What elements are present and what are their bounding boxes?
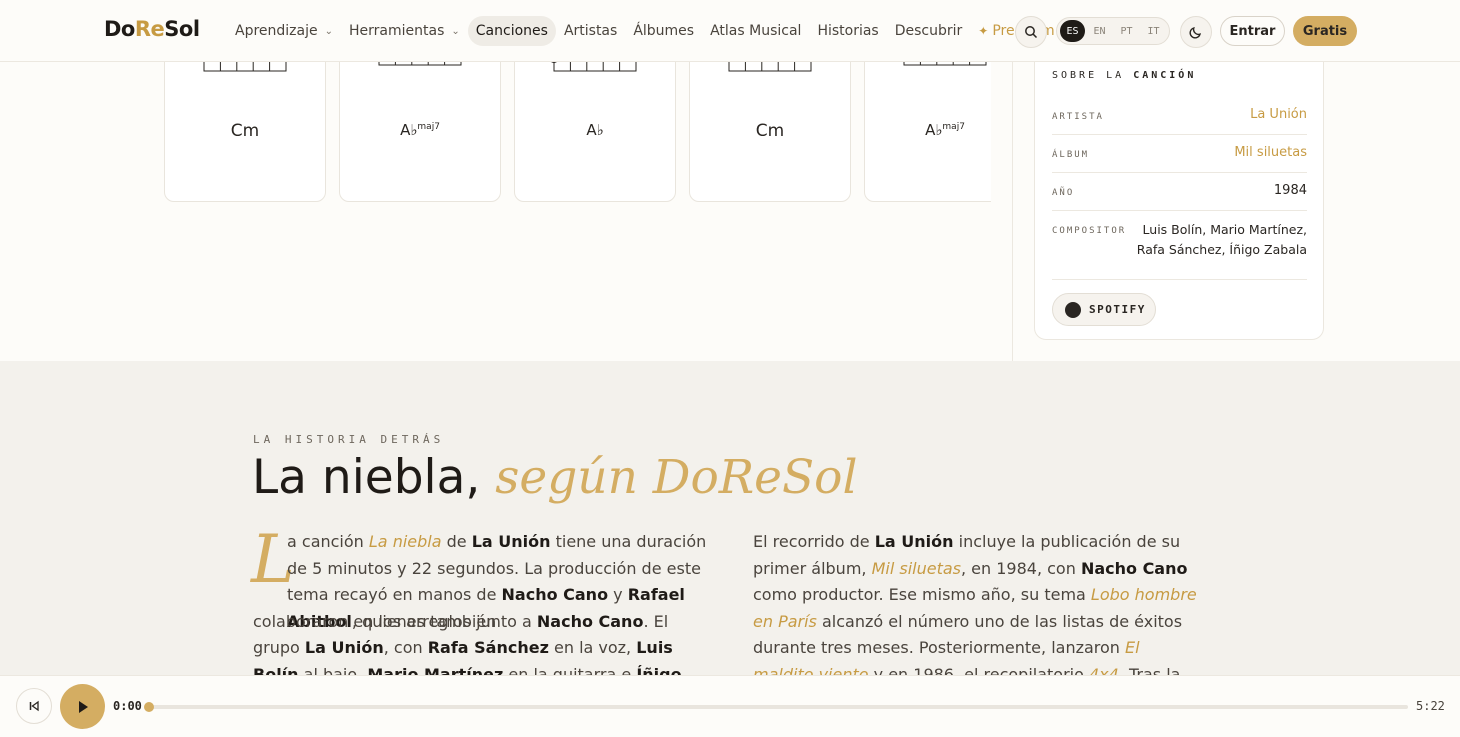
nav-albumes[interactable]: Álbumes	[625, 16, 702, 46]
sparkle-icon: ✦	[978, 24, 989, 38]
logo-part-re: Re	[134, 17, 165, 41]
main-nav: Aprendizaje ⌄ Herramientas ⌄ Canciones Art…	[227, 16, 1063, 46]
logo-part-sol: Sol	[164, 17, 200, 41]
nav-label: Historias	[817, 23, 879, 39]
play-button[interactable]	[60, 684, 105, 729]
lang-it[interactable]: IT	[1141, 20, 1166, 42]
chord-suffix: maj7	[942, 122, 965, 132]
story-title: La niebla, según DoReSol	[252, 450, 858, 505]
current-time: 0:00	[113, 699, 142, 713]
nav-label: Canciones	[475, 23, 548, 39]
story-paragraph-left: colaboraron en los arreglos junto a Nach…	[253, 611, 682, 675]
nav-label: Artistas	[563, 23, 618, 39]
info-row-composer: COMPOSITOR Luis Bolín, Mario Martínez, R…	[1052, 211, 1307, 280]
chevron-down-icon: ⌄	[451, 25, 460, 37]
info-row-artist: ARTISTA La Unión	[1052, 99, 1307, 135]
progress-track[interactable]	[146, 705, 1408, 709]
chord-name: Cm	[165, 121, 325, 141]
info-key: COMPOSITOR	[1052, 226, 1127, 236]
chord-name: A♭maj7	[340, 121, 500, 139]
search-icon	[1025, 26, 1038, 39]
chord-name: A♭maj7	[865, 121, 991, 139]
chord-name: Cm	[690, 121, 850, 141]
spotify-icon	[1065, 301, 1081, 318]
theme-toggle-button[interactable]	[1180, 16, 1212, 48]
nav-historias[interactable]: Historias	[809, 16, 886, 46]
moon-icon	[1189, 26, 1202, 39]
story-paragraph-right: El recorrido de La Unión incluye la publ…	[753, 532, 1197, 675]
search-button[interactable]	[1015, 16, 1047, 48]
chevron-down-icon: ⌄	[324, 25, 333, 37]
album-link[interactable]: Mil siluetas	[1234, 145, 1307, 160]
chord-suffix: maj7	[417, 122, 440, 132]
nav-label: Álbumes	[633, 23, 695, 39]
chord-root: Cm	[230, 121, 260, 141]
logo-part-do: Do	[104, 17, 135, 41]
nav-label: Herramientas	[349, 23, 445, 39]
audio-player-bar: 0:00 5:22	[0, 675, 1460, 737]
login-button[interactable]: Entrar	[1220, 16, 1285, 46]
top-navigation-bar: DoReSol Aprendizaje ⌄ Herramientas ⌄ Canci…	[0, 0, 1460, 62]
chord-root: A♭	[400, 121, 418, 139]
chord-root: Cm	[755, 121, 785, 141]
story-eyebrow: LA HISTORIA DETRÁS	[253, 433, 445, 446]
header-pre: SOBRE LA	[1052, 70, 1125, 81]
duration: 5:22	[1416, 699, 1445, 713]
title-accent: según DoReSol	[495, 450, 858, 505]
signup-button[interactable]: Gratis	[1293, 16, 1357, 46]
nav-label: Aprendizaje	[235, 23, 318, 39]
chord-root: A♭	[925, 121, 943, 139]
song-info-card: SOBRE LA CANCIÓN ARTISTA La Unión ÁLBUM …	[1034, 30, 1324, 340]
artist-link[interactable]: La Unión	[1250, 107, 1307, 122]
year-value: 1984	[1273, 183, 1307, 198]
lang-en[interactable]: EN	[1087, 20, 1112, 42]
language-switcher: ES EN PT IT	[1056, 17, 1170, 45]
nav-canciones[interactable]: Canciones	[467, 16, 556, 46]
info-key: AÑO	[1052, 188, 1075, 198]
lang-es[interactable]: ES	[1060, 20, 1085, 42]
song-info-header: SOBRE LA CANCIÓN	[1052, 70, 1196, 81]
nav-label: Descubrir	[894, 23, 963, 39]
nav-atlas-musical[interactable]: Atlas Musical	[702, 16, 809, 46]
progress-knob[interactable]	[144, 702, 154, 712]
spotify-button[interactable]: SPOTIFY	[1052, 293, 1156, 326]
nav-label: Atlas Musical	[710, 23, 802, 39]
chord-name: A♭	[515, 121, 675, 139]
chord-root: A♭	[586, 121, 604, 139]
title-main: La niebla,	[252, 450, 481, 505]
nav-herramientas[interactable]: Herramientas ⌄	[341, 16, 468, 46]
composer-value: Luis Bolín, Mario Martínez, Rafa Sánchez…	[1136, 222, 1307, 257]
lang-pt[interactable]: PT	[1114, 20, 1139, 42]
skip-back-icon	[29, 700, 39, 712]
play-icon	[78, 700, 88, 713]
info-key: ARTISTA	[1052, 112, 1104, 122]
header-bold: CANCIÓN	[1133, 70, 1197, 81]
info-key: ÁLBUM	[1052, 150, 1090, 160]
previous-track-button[interactable]	[16, 688, 52, 724]
column-divider	[1012, 62, 1013, 362]
nav-artistas[interactable]: Artistas	[556, 16, 625, 46]
nav-aprendizaje[interactable]: Aprendizaje ⌄	[227, 16, 341, 46]
info-row-album: ÁLBUM Mil siluetas	[1052, 135, 1307, 173]
info-row-year: AÑO 1984	[1052, 173, 1307, 211]
site-logo[interactable]: DoReSol	[104, 17, 200, 41]
spotify-label: SPOTIFY	[1089, 303, 1146, 316]
nav-descubrir[interactable]: Descubrir	[887, 16, 971, 46]
